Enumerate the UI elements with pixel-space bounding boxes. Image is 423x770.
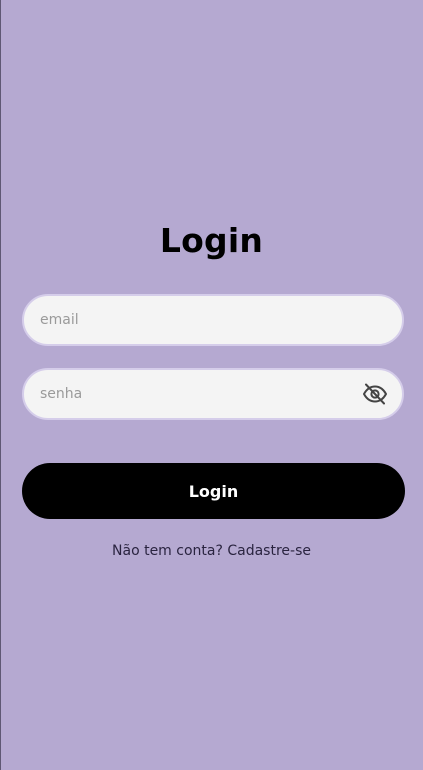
password-input[interactable] xyxy=(40,370,350,418)
signup-prompt: Não tem conta? Cadastre-se xyxy=(0,541,423,561)
email-input[interactable] xyxy=(40,296,386,344)
eye-off-icon[interactable] xyxy=(362,382,388,406)
login-button[interactable]: Login xyxy=(22,463,405,519)
page-title: Login xyxy=(159,221,264,260)
signup-link[interactable]: Cadastre-se xyxy=(227,543,311,559)
password-field-container[interactable] xyxy=(22,368,404,420)
signup-prompt-text: Não tem conta? xyxy=(112,543,228,559)
left-edge-divider xyxy=(0,0,1,770)
email-field-container[interactable] xyxy=(22,294,404,346)
